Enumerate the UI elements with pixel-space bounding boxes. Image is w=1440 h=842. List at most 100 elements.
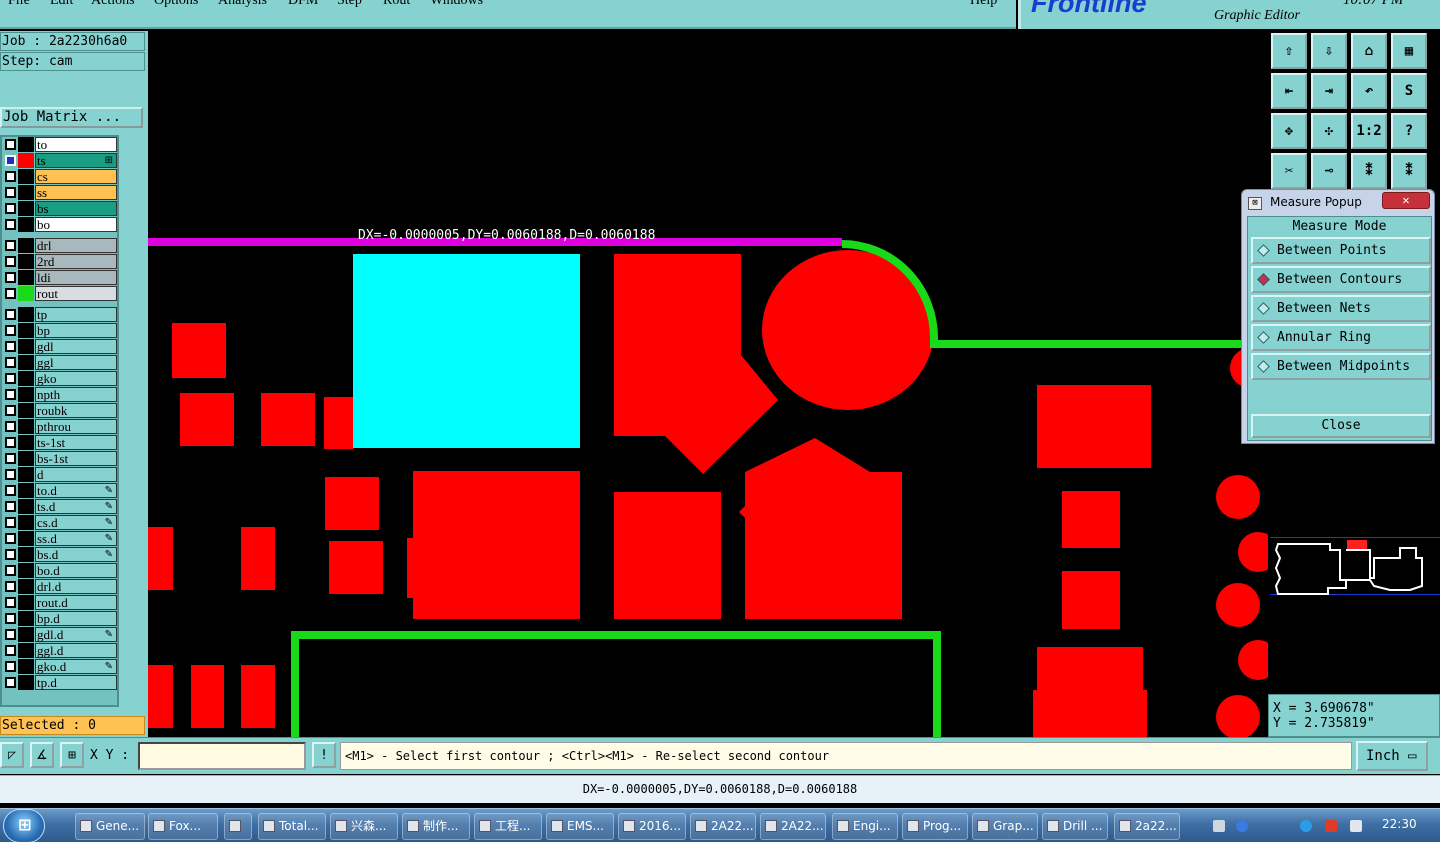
- layer-name[interactable]: ss: [35, 185, 117, 200]
- layer-name[interactable]: ts-1st: [35, 435, 117, 450]
- layer-color-swatch[interactable]: [18, 419, 34, 434]
- layer-color-swatch[interactable]: [18, 547, 34, 562]
- layer-color-swatch[interactable]: [18, 217, 34, 232]
- layer-row-roubk[interactable]: roubk: [2, 403, 117, 418]
- layer-checkbox[interactable]: [5, 533, 16, 544]
- layer-name[interactable]: tp.d: [35, 675, 117, 690]
- layer-color-swatch[interactable]: [18, 270, 34, 285]
- pan-right-icon[interactable]: ⇥: [1311, 73, 1347, 109]
- layer-checkbox[interactable]: [5, 357, 16, 368]
- layer-name[interactable]: drl: [35, 238, 117, 253]
- layer-name[interactable]: gko.d ✎: [35, 659, 117, 674]
- layer-name[interactable]: gko: [35, 371, 117, 386]
- layer-color-swatch[interactable]: [18, 307, 34, 322]
- layer-checkbox[interactable]: [5, 341, 16, 352]
- layer-color-swatch[interactable]: [18, 627, 34, 642]
- layer-name[interactable]: drl.d: [35, 579, 117, 594]
- board-minimap[interactable]: [1270, 537, 1440, 595]
- layer-name[interactable]: bs-1st: [35, 451, 117, 466]
- layer-color-swatch[interactable]: [18, 483, 34, 498]
- grid-icon[interactable]: ⊞: [60, 742, 84, 768]
- job-matrix-button[interactable]: Job Matrix ...: [0, 107, 143, 128]
- taskbar-item[interactable]: Engi...: [832, 813, 898, 840]
- layer-row-ts-1st[interactable]: ts-1st: [2, 435, 117, 450]
- layer-checkbox[interactable]: [5, 155, 16, 166]
- layer-color-swatch[interactable]: [18, 675, 34, 690]
- undo-icon[interactable]: ↶: [1351, 73, 1387, 109]
- layer-checkbox[interactable]: [5, 219, 16, 230]
- redo-icon[interactable]: S: [1391, 73, 1427, 109]
- layer-row-to[interactable]: to: [2, 137, 117, 152]
- start-button[interactable]: ⊞: [3, 809, 45, 842]
- layer-checkbox[interactable]: [5, 517, 16, 528]
- layer-row-rout[interactable]: rout: [2, 286, 117, 301]
- menu-analysis[interactable]: Analysis: [218, 0, 267, 9]
- layer-row-npth[interactable]: npth: [2, 387, 117, 402]
- layer-name[interactable]: to: [35, 137, 117, 152]
- taskbar-item[interactable]: 2A22...: [760, 813, 826, 840]
- layer-row-gdl[interactable]: gdl: [2, 339, 117, 354]
- layer-color-swatch[interactable]: [18, 185, 34, 200]
- export-icon[interactable]: ⇩: [1311, 33, 1347, 69]
- layer-name[interactable]: bo.d: [35, 563, 117, 578]
- graphic-canvas[interactable]: DX=-0.0000005,DY=0.0060188,D=0.0060188: [148, 31, 1268, 737]
- layer-color-swatch[interactable]: [18, 563, 34, 578]
- layer-name[interactable]: bs.d ✎: [35, 547, 117, 562]
- exclamation-icon[interactable]: !: [312, 742, 336, 768]
- layer-name[interactable]: pthrou: [35, 419, 117, 434]
- menu-dfm[interactable]: DFM: [288, 0, 318, 9]
- layer-checkbox[interactable]: [5, 288, 16, 299]
- layer-name[interactable]: rout: [35, 286, 117, 301]
- layer-name[interactable]: npth: [35, 387, 117, 402]
- layer-a-icon[interactable]: ⁑: [1351, 153, 1387, 189]
- layer-color-swatch[interactable]: [18, 238, 34, 253]
- layer-checkbox[interactable]: [5, 421, 16, 432]
- layer-checkbox[interactable]: [5, 501, 16, 512]
- layer-row-tp.d[interactable]: tp.d: [2, 675, 117, 690]
- layer-name[interactable]: ts ⊞: [35, 153, 117, 168]
- menu-help[interactable]: Help: [970, 0, 997, 9]
- taskbar-item[interactable]: Grap...: [972, 813, 1038, 840]
- layer-name[interactable]: ss.d ✎: [35, 531, 117, 546]
- xy-input[interactable]: [138, 742, 306, 770]
- layer-color-swatch[interactable]: [18, 153, 34, 168]
- taskbar-item[interactable]: Prog...: [902, 813, 968, 840]
- measure-mode-between-nets[interactable]: Between Nets: [1251, 295, 1431, 322]
- security-icon[interactable]: [1325, 820, 1337, 832]
- layer-row-bo[interactable]: bo: [2, 217, 117, 232]
- layer-row-gko.d[interactable]: gko.d ✎: [2, 659, 117, 674]
- taskbar-item[interactable]: [224, 813, 252, 840]
- layer-checkbox[interactable]: [5, 677, 16, 688]
- layer-checkbox[interactable]: [5, 325, 16, 336]
- layer-color-swatch[interactable]: [18, 595, 34, 610]
- window-icon[interactable]: ▦: [1391, 33, 1427, 69]
- layer-row-ldi[interactable]: ldi: [2, 270, 117, 285]
- layer-checkbox[interactable]: [5, 405, 16, 416]
- layer-row-bp[interactable]: bp: [2, 323, 117, 338]
- layer-checkbox[interactable]: [5, 203, 16, 214]
- layer-color-swatch[interactable]: [18, 467, 34, 482]
- layer-color-swatch[interactable]: [18, 531, 34, 546]
- layer-color-swatch[interactable]: [18, 403, 34, 418]
- layer-color-swatch[interactable]: [18, 355, 34, 370]
- layer-name[interactable]: cs.d ✎: [35, 515, 117, 530]
- layer-checkbox[interactable]: [5, 373, 16, 384]
- layer-checkbox[interactable]: [5, 272, 16, 283]
- menu-rout[interactable]: Rout: [383, 0, 410, 9]
- layer-checkbox[interactable]: [5, 453, 16, 464]
- menu-step[interactable]: Step: [337, 0, 362, 9]
- layer-checkbox[interactable]: [5, 549, 16, 560]
- layer-row-pthrou[interactable]: pthrou: [2, 419, 117, 434]
- layer-checkbox[interactable]: [5, 437, 16, 448]
- layer-row-bs[interactable]: bs: [2, 201, 117, 216]
- layer-row-d[interactable]: d: [2, 467, 117, 482]
- layer-checkbox[interactable]: [5, 565, 16, 576]
- layer-row-gdl.d[interactable]: gdl.d ✎: [2, 627, 117, 642]
- menu-file[interactable]: File: [8, 0, 30, 9]
- layer-checkbox[interactable]: [5, 309, 16, 320]
- taskbar-item[interactable]: 兴森...: [330, 813, 398, 840]
- layer-color-swatch[interactable]: [18, 169, 34, 184]
- measure-mode-between-contours[interactable]: Between Contours: [1251, 266, 1431, 293]
- layer-row-rout.d[interactable]: rout.d: [2, 595, 117, 610]
- unit-selector[interactable]: Inch ▭: [1356, 741, 1428, 771]
